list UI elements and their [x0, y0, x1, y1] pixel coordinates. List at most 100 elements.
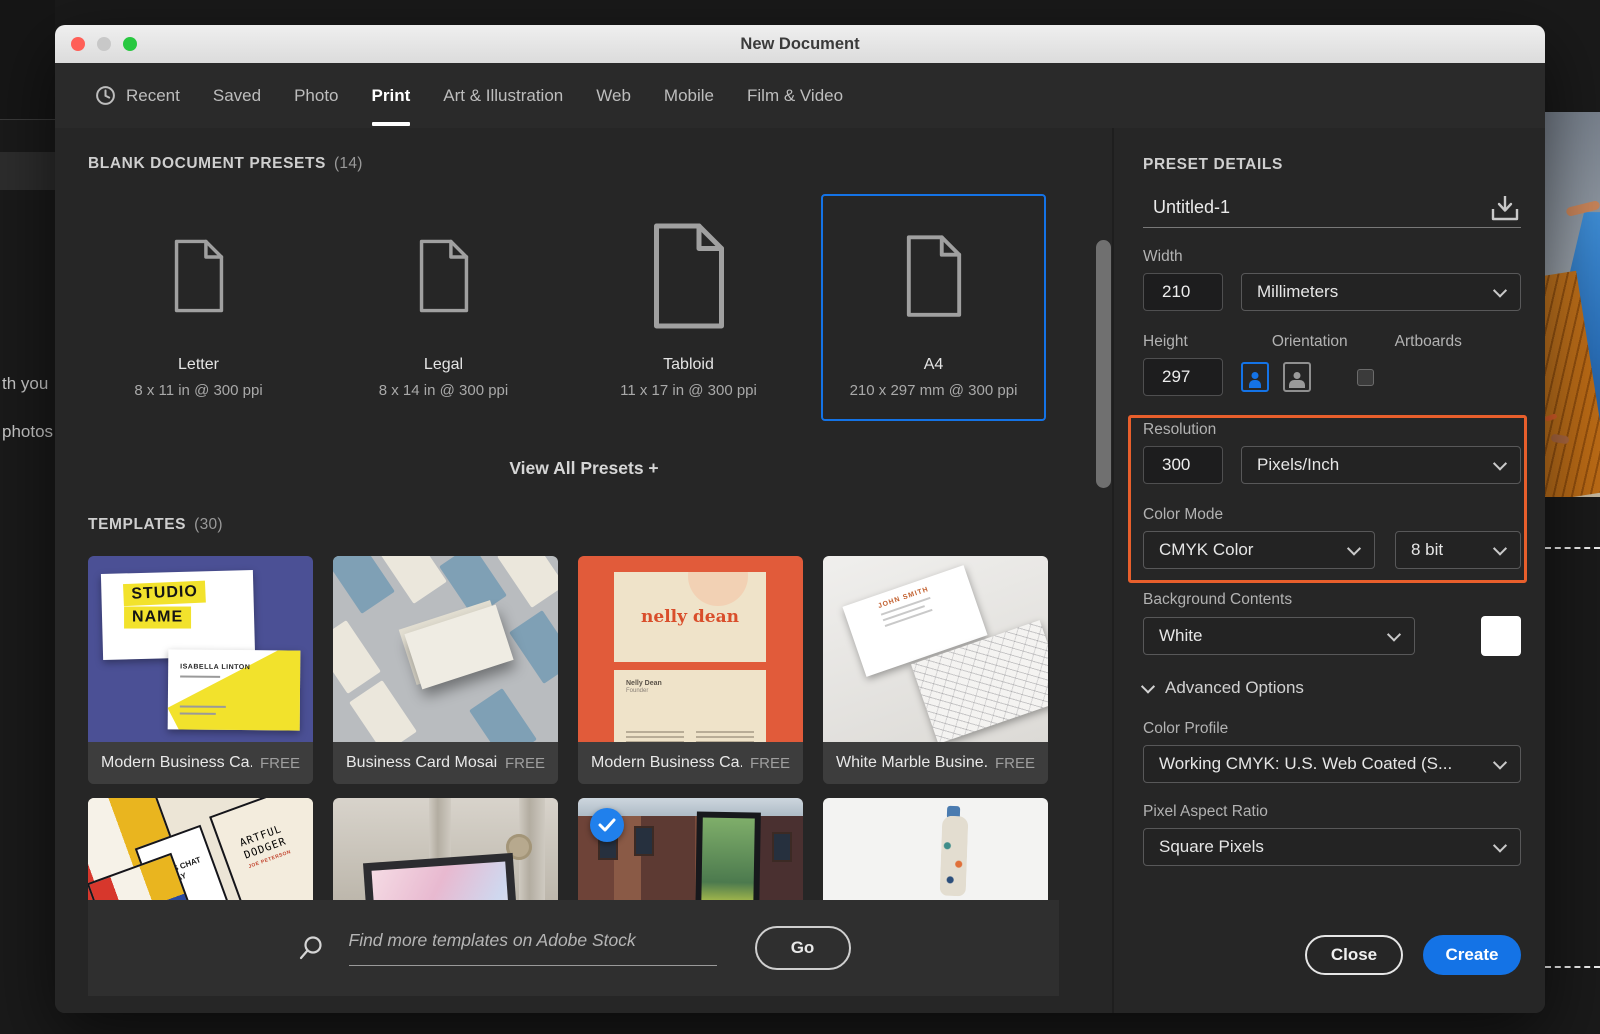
document-icon	[823, 196, 1044, 356]
template-card-nelly-dean[interactable]: nelly dean Nelly Dean Founder Moder	[578, 556, 803, 784]
chevron-down-icon	[1347, 542, 1361, 556]
color-mode-label: Color Mode	[1143, 506, 1521, 524]
dialog-titlebar[interactable]: New Document	[55, 25, 1545, 63]
template-caption: Modern Business Ca... FREE	[578, 742, 803, 784]
pixel-aspect-ratio-dropdown[interactable]: Square Pixels	[1143, 828, 1521, 866]
save-preset-icon[interactable]	[1489, 194, 1521, 222]
create-button[interactable]: Create	[1423, 935, 1521, 975]
business-card-art: STUDIO NAME	[101, 570, 255, 660]
filename-row: Untitled-1	[1143, 188, 1521, 228]
artboards-checkbox[interactable]	[1357, 369, 1374, 386]
background-strip	[0, 0, 55, 120]
search-field[interactable]: Find more templates on Adobe Stock	[297, 930, 717, 966]
background-text-fragment: photos	[2, 422, 54, 442]
height-orientation-labels: Height Orientation Artboards	[1143, 333, 1521, 351]
view-all-presets-link[interactable]: View All Presets +	[55, 458, 1113, 479]
tab-web[interactable]: Web	[596, 63, 631, 128]
width-label: Width	[1143, 248, 1521, 266]
background-contents-label: Background Contents	[1143, 591, 1521, 609]
preset-name: Legal	[424, 356, 463, 374]
template-card-city-signage[interactable]	[578, 798, 803, 900]
tab-film-video[interactable]: Film & Video	[747, 63, 843, 128]
dropdown-value: White	[1159, 626, 1202, 646]
tab-label: Mobile	[664, 86, 714, 106]
business-card-art: ISABELLA LINTON	[168, 649, 301, 730]
free-badge: FREE	[260, 755, 300, 772]
photoshop-desktop: th you photos New Document Rec	[0, 0, 1600, 1034]
new-document-dialog: New Document Recent Saved Photo Print Ar…	[55, 25, 1545, 1013]
tab-label: Film & Video	[747, 86, 843, 106]
business-card-art: nelly dean	[614, 572, 766, 662]
chevron-down-icon	[1493, 839, 1507, 853]
tab-photo[interactable]: Photo	[294, 63, 338, 128]
art-line	[180, 676, 220, 678]
tab-saved[interactable]: Saved	[213, 63, 261, 128]
tab-label: Photo	[294, 86, 338, 106]
background-contents-dropdown[interactable]: White	[1143, 617, 1415, 655]
filename-input[interactable]: Untitled-1	[1143, 197, 1489, 218]
section-count: (14)	[334, 155, 363, 172]
color-mode-dropdown[interactable]: CMYK Color	[1143, 531, 1375, 569]
portrait-person-icon	[1249, 380, 1261, 388]
preset-tile-letter[interactable]: Letter 8 x 11 in @ 300 ppi	[86, 194, 311, 421]
preset-tile-legal[interactable]: Legal 8 x 14 in @ 300 ppi	[331, 194, 556, 421]
orientation-landscape-button[interactable]	[1283, 362, 1311, 392]
preset-tile-a4-selected[interactable]: A4 210 x 297 mm @ 300 ppi	[821, 194, 1046, 421]
height-input[interactable]: 297	[1143, 358, 1223, 396]
preset-tile-tabloid[interactable]: Tabloid 11 x 17 in @ 300 ppi	[576, 194, 801, 421]
bit-depth-dropdown[interactable]: 8 bit	[1395, 531, 1521, 569]
card-shape	[333, 620, 381, 694]
section-title: BLANK DOCUMENT PRESETS	[88, 155, 326, 172]
go-button[interactable]: Go	[755, 926, 851, 970]
template-card-bottle[interactable]	[823, 798, 1048, 900]
tab-print[interactable]: Print	[372, 63, 411, 128]
free-badge: FREE	[505, 755, 545, 772]
template-card-retail-shop-sign[interactable]: Retail Shop Sign	[333, 798, 558, 900]
preset-name: Tabloid	[663, 356, 714, 374]
template-card-artful-dodger[interactable]: LET'S CHAT TODAY ARTFUL DODGER JOE PETER…	[88, 798, 313, 900]
template-card-modern-business[interactable]: STUDIO NAME ISABELLA LINTON Modern Busi	[88, 556, 313, 784]
card-shape	[509, 610, 558, 684]
search-icon	[297, 934, 325, 962]
dropdown-value: Pixels/Inch	[1257, 455, 1339, 475]
resolution-row: 300 Pixels/Inch	[1143, 446, 1521, 484]
tab-label: Saved	[213, 86, 261, 106]
search-input[interactable]: Find more templates on Adobe Stock	[349, 930, 717, 966]
selected-check-badge[interactable]	[590, 808, 624, 842]
chevron-down-icon	[1141, 680, 1155, 694]
template-title: Business Card Mosai...	[346, 754, 497, 772]
template-thumbnail: nelly dean Nelly Dean Founder	[578, 556, 803, 742]
tab-label: Web	[596, 86, 631, 106]
preset-grid: Letter 8 x 11 in @ 300 ppi Legal 8 x 14 …	[86, 194, 1046, 421]
template-title: White Marble Busine...	[836, 754, 987, 772]
templates-header: TEMPLATES(30)	[88, 516, 223, 534]
resolution-input[interactable]: 300	[1143, 446, 1223, 484]
tab-label: Art & Illustration	[443, 86, 563, 106]
panel-header: PRESET DETAILS	[1143, 156, 1521, 174]
advanced-options-toggle[interactable]: Advanced Options	[1143, 678, 1521, 698]
tab-art-illustration[interactable]: Art & Illustration	[443, 63, 563, 128]
close-button[interactable]: Close	[1305, 935, 1403, 975]
template-card-mosaic[interactable]: Business Card Mosai... FREE	[333, 556, 558, 784]
art-lines	[626, 728, 754, 742]
color-profile-dropdown[interactable]: Working CMYK: U.S. Web Coated (S...	[1143, 745, 1521, 783]
bottle	[940, 816, 969, 897]
adobe-stock-search-bar: Find more templates on Adobe Stock Go	[88, 900, 1059, 996]
template-card-white-marble[interactable]: JOHN SMITH White Marble Busine... FREE	[823, 556, 1048, 784]
dropdown-value: 8 bit	[1411, 540, 1443, 560]
preset-dimensions: 8 x 11 in @ 300 ppi	[134, 382, 262, 399]
art-text: Founder	[626, 688, 754, 694]
units-dropdown[interactable]: Millimeters	[1241, 273, 1521, 311]
background-color-swatch[interactable]	[1481, 616, 1521, 656]
free-badge: FREE	[750, 755, 790, 772]
tab-recent[interactable]: Recent	[95, 63, 180, 128]
orientation-portrait-button[interactable]	[1241, 362, 1269, 392]
free-badge: FREE	[995, 755, 1035, 772]
poster-sign	[695, 811, 761, 900]
template-caption: Modern Business Ca... FREE	[88, 742, 313, 784]
resolution-units-dropdown[interactable]: Pixels/Inch	[1241, 446, 1521, 484]
art-text: STUDIO	[123, 581, 206, 607]
width-input[interactable]: 210	[1143, 273, 1223, 311]
tab-mobile[interactable]: Mobile	[664, 63, 714, 128]
vertical-scrollbar-thumb[interactable]	[1096, 240, 1111, 488]
